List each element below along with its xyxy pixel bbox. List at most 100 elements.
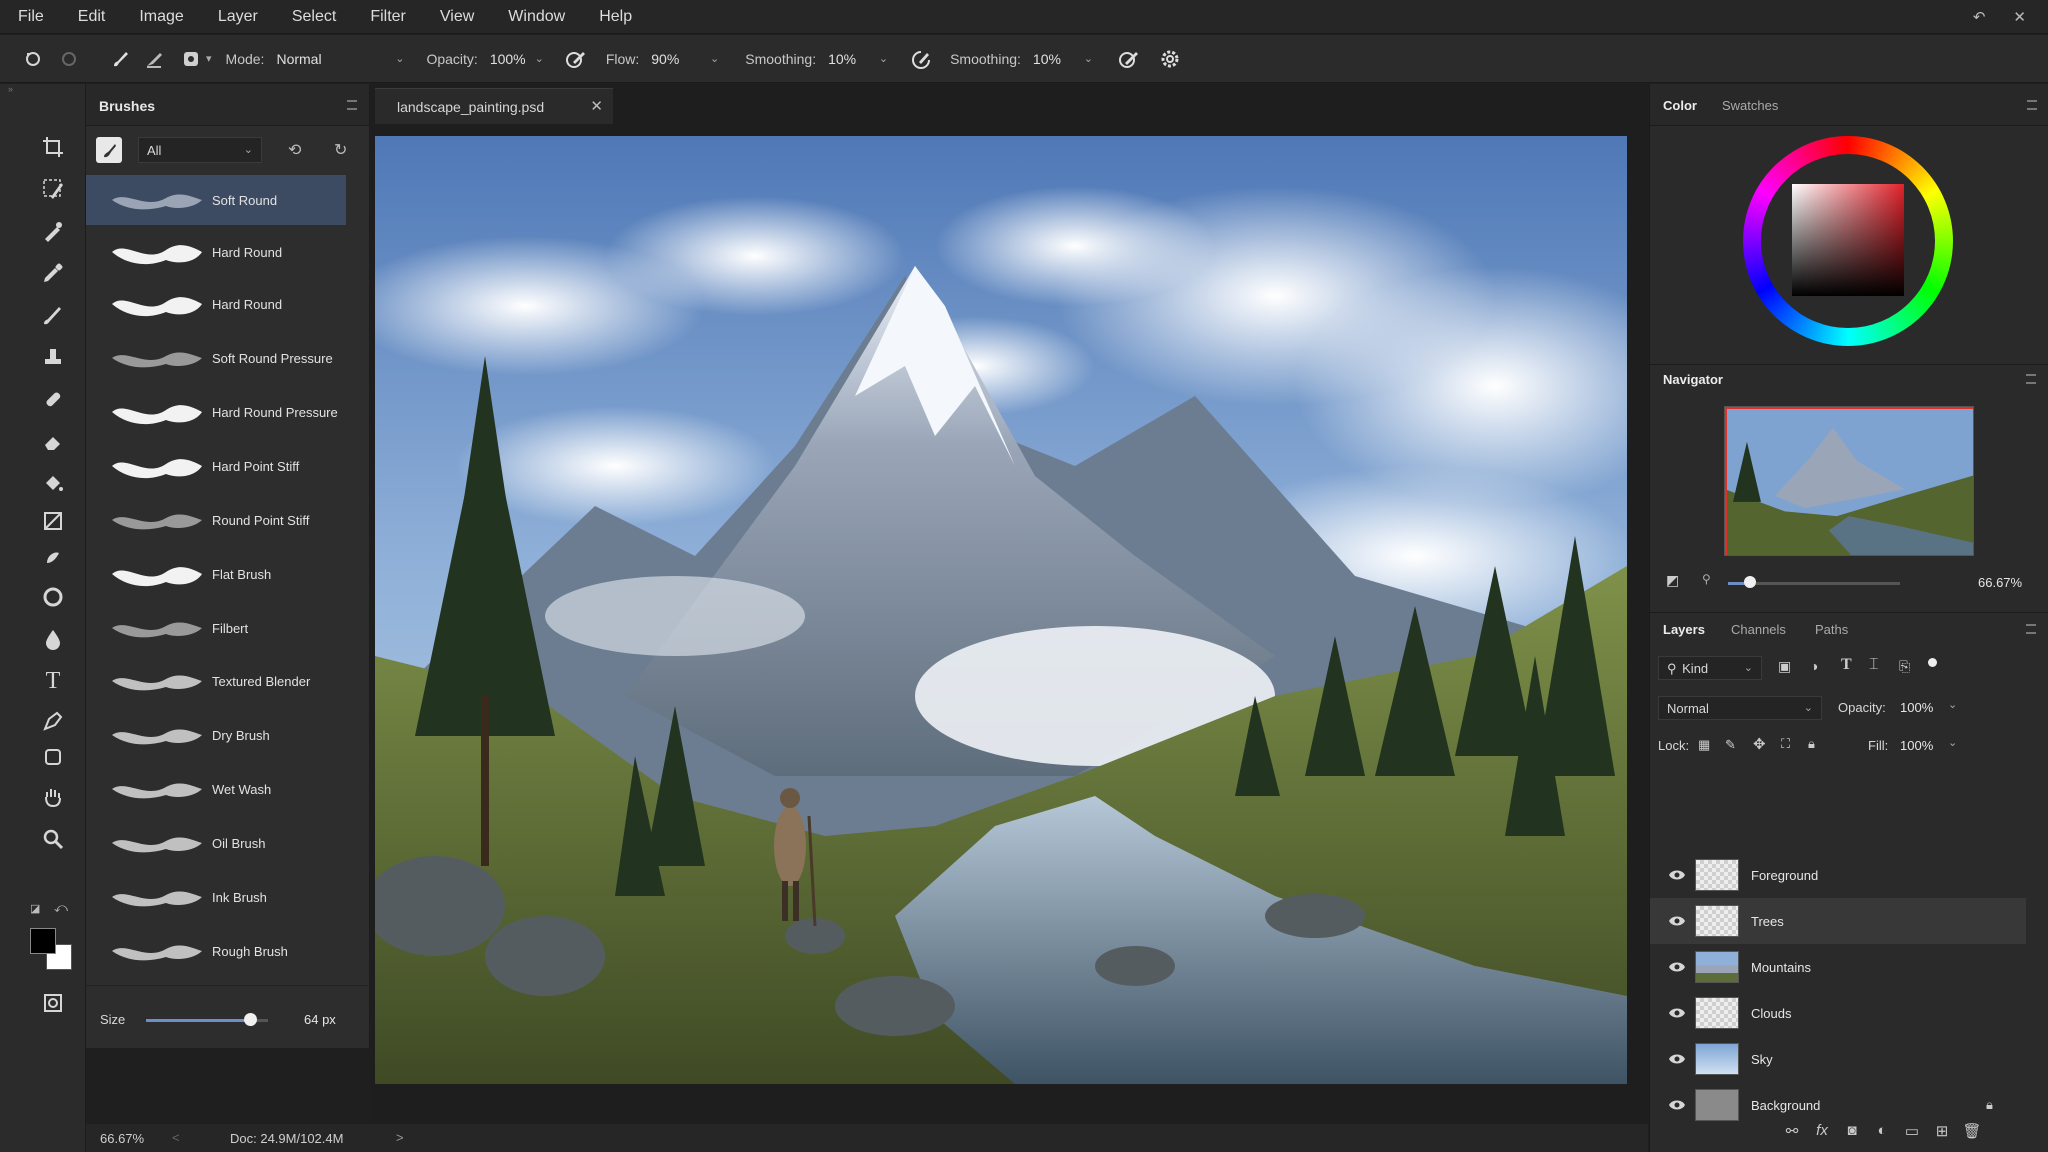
refresh-icon[interactable]: ↻ — [334, 140, 347, 160]
fill-value[interactable]: 100% — [1900, 738, 1933, 753]
size-slider-handle[interactable] — [243, 1013, 257, 1026]
swap-colors-icon[interactable]: ⤺ — [54, 900, 68, 916]
layer-row[interactable]: Foreground — [1650, 852, 2026, 898]
tab-paths[interactable]: Paths — [1815, 622, 1848, 637]
flow-select[interactable]: 90% ⌄ — [647, 51, 723, 67]
brush-item[interactable]: Hard Round Pressure — [86, 387, 346, 437]
navigator-zoom-value[interactable]: 66.67% — [1978, 575, 2022, 590]
brush-item[interactable]: Rough Brush — [86, 926, 346, 971]
pen-tool-icon[interactable] — [36, 704, 70, 738]
brush-tool-icon[interactable] — [106, 44, 136, 74]
menu-image[interactable]: Image — [121, 0, 199, 34]
brush-item[interactable]: Soft Round Pressure — [86, 333, 346, 383]
rotate-reset-icon[interactable] — [54, 44, 84, 74]
panel-menu-icon[interactable] — [2026, 374, 2036, 384]
menu-layer[interactable]: Layer — [200, 0, 274, 34]
lock-transparent-icon[interactable]: ▦ — [1698, 737, 1710, 753]
brush-item[interactable]: Oil Brush — [86, 818, 346, 868]
layer-row[interactable]: Clouds — [1650, 990, 2026, 1036]
filter-smart-object-icon[interactable]: ⎘ — [1899, 658, 1910, 675]
type-tool-icon[interactable]: T — [36, 664, 70, 698]
brush-item[interactable]: Hard Round — [86, 227, 346, 277]
menu-help[interactable]: Help — [581, 0, 648, 34]
lock-artboard-icon[interactable]: ⛶ — [1781, 736, 1790, 752]
zoom-out-icon[interactable]: ⚲ — [1702, 572, 1711, 586]
layer-opacity-value[interactable]: 100% — [1900, 700, 1933, 715]
lock-position-icon[interactable]: ✥ — [1753, 735, 1766, 753]
size-slider[interactable] — [146, 1013, 268, 1026]
link-layers-icon[interactable]: ⚯ — [1782, 1122, 1802, 1140]
visibility-eye-icon[interactable] — [1668, 1099, 1686, 1111]
airbrush-icon[interactable] — [906, 44, 936, 74]
tab-channels[interactable]: Channels — [1731, 622, 1786, 637]
tab-color[interactable]: Color — [1663, 98, 1697, 113]
zoom-tool-icon[interactable] — [36, 822, 70, 856]
brush-icon[interactable] — [36, 298, 70, 332]
shape-tool-icon[interactable] — [36, 740, 70, 774]
visibility-eye-icon[interactable] — [1668, 1007, 1686, 1019]
brush-item[interactable]: Hard Point Stiff — [86, 441, 346, 491]
close-icon[interactable]: ✕ — [2013, 8, 2026, 26]
menu-edit[interactable]: Edit — [60, 0, 122, 34]
brush-filter-select[interactable]: All ⌄ — [138, 137, 262, 163]
eyedropper-icon[interactable] — [36, 256, 70, 290]
brush-settings-dropdown[interactable]: ▾ — [206, 52, 212, 65]
navigator-view-box[interactable] — [1725, 407, 1973, 555]
visibility-eye-icon[interactable] — [1668, 869, 1686, 881]
quick-mask-icon[interactable] — [36, 986, 70, 1020]
filter-adjustment-icon[interactable]: ◑ — [1810, 658, 1818, 674]
gradient-icon[interactable] — [36, 504, 70, 538]
saturation-value-square[interactable]: › — [1792, 184, 1904, 296]
dodge-icon[interactable] — [36, 580, 70, 614]
visibility-eye-icon[interactable] — [1668, 961, 1686, 973]
brush-import-icon[interactable]: ⟲ — [288, 140, 301, 160]
menu-filter[interactable]: Filter — [352, 0, 422, 34]
chevron-right-icon[interactable]: > — [396, 1130, 404, 1145]
default-colors-icon[interactable]: ◪ — [30, 902, 40, 915]
rotate-icon[interactable] — [18, 44, 48, 74]
filter-pixel-icon[interactable]: ▣ — [1778, 658, 1791, 675]
fill-bucket-icon[interactable] — [36, 466, 70, 500]
chevron-down-icon[interactable]: ⌄ — [1948, 736, 1957, 749]
menu-select[interactable]: Select — [274, 0, 352, 34]
layer-blend-mode-select[interactable]: Normal ⌄ — [1658, 696, 1822, 720]
brush-settings-icon[interactable] — [176, 44, 206, 74]
size-value[interactable]: 64 px — [304, 1012, 336, 1027]
layer-row[interactable]: Trees — [1650, 898, 2026, 944]
new-layer-icon[interactable]: ⊞ — [1932, 1122, 1952, 1140]
brush-preset-icon[interactable] — [140, 44, 170, 74]
panel-menu-icon[interactable] — [2026, 624, 2036, 634]
chevron-down-icon[interactable]: ⌄ — [1948, 698, 1957, 711]
delete-layer-icon[interactable]: 🗑︎ — [1962, 1122, 1982, 1140]
eraser-icon[interactable] — [36, 424, 70, 458]
hand-tool-icon[interactable] — [36, 780, 70, 814]
document-tab[interactable]: landscape_painting.psd ✕ — [375, 88, 613, 124]
adjustment-layer-icon[interactable]: ◐ — [1872, 1122, 1892, 1140]
brush-item[interactable]: Filbert — [86, 603, 346, 653]
opacity-select[interactable]: 100% ⌄ — [486, 51, 548, 67]
panel-menu-icon[interactable] — [347, 100, 357, 110]
menu-view[interactable]: View — [422, 0, 490, 34]
pressure-opacity-icon[interactable] — [562, 44, 592, 74]
layer-row[interactable]: Mountains — [1650, 944, 2026, 990]
tab-swatches[interactable]: Swatches — [1722, 98, 1778, 113]
layer-kind-filter[interactable]: ⚲ Kind ⌄ — [1658, 656, 1762, 680]
chevron-left-icon[interactable]: < — [172, 1130, 180, 1145]
filter-shape-icon[interactable]: ⌶ — [1869, 656, 1879, 674]
brush-item[interactable]: Dry Brush — [86, 710, 346, 760]
brush-item[interactable]: Soft Round — [86, 175, 346, 225]
navigator-zoom-handle[interactable] — [1744, 576, 1757, 588]
quick-select-icon[interactable] — [36, 214, 70, 248]
navigator-fit-icon[interactable]: ◩ — [1666, 572, 1679, 589]
clone-stamp-icon[interactable] — [36, 340, 70, 374]
visibility-eye-icon[interactable] — [1668, 915, 1686, 927]
smoothing-select[interactable]: 10% ⌄ — [824, 51, 892, 67]
navigator-zoom-slider[interactable] — [1728, 576, 1900, 588]
selection-brush-icon[interactable] — [36, 172, 70, 206]
blur-icon[interactable] — [36, 622, 70, 656]
new-group-icon[interactable]: ▭ — [1902, 1122, 1922, 1140]
smudge-icon[interactable] — [36, 540, 70, 574]
brush-item[interactable]: Textured Blender — [86, 656, 346, 706]
layer-row[interactable]: Sky — [1650, 1036, 2026, 1082]
crop-tool-icon[interactable] — [36, 130, 70, 164]
